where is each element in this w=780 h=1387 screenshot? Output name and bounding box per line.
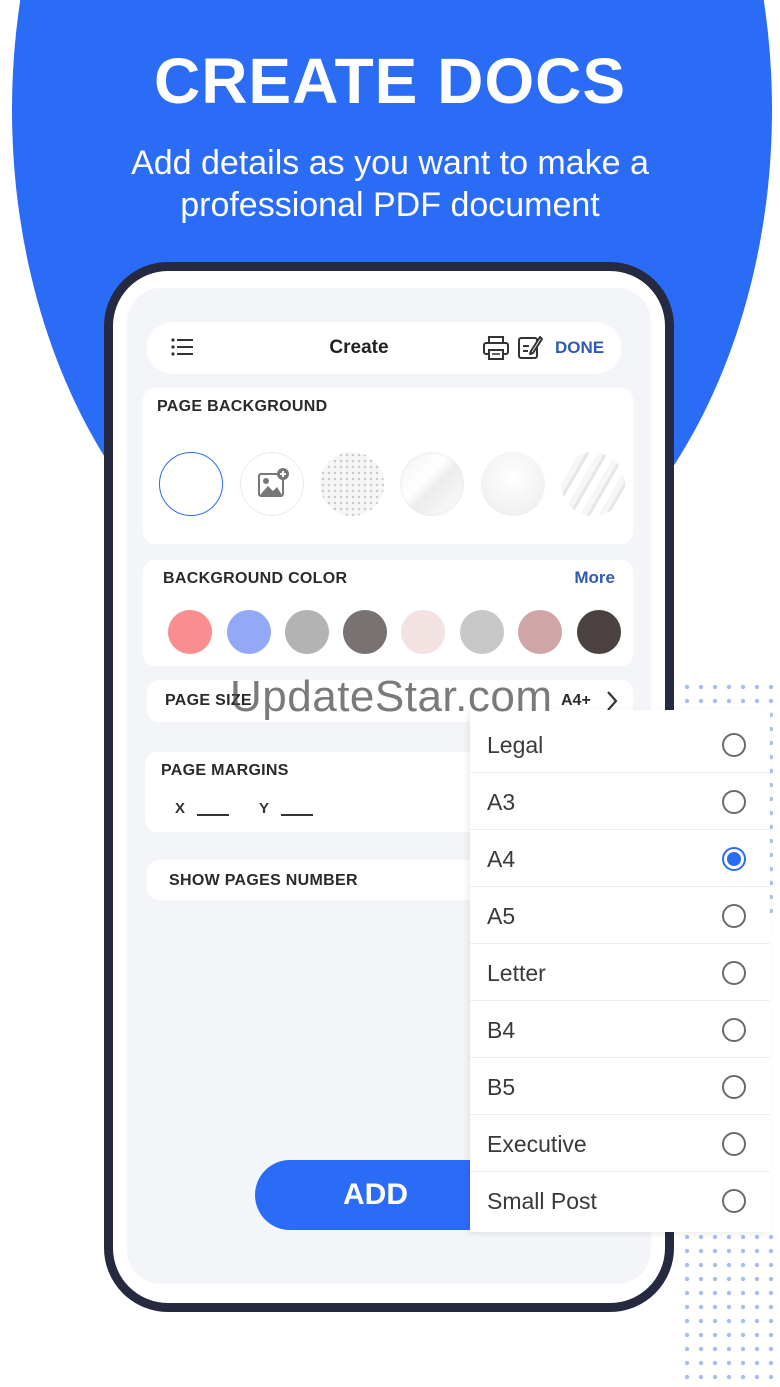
margin-x-input[interactable] bbox=[197, 814, 229, 816]
margin-y-input[interactable] bbox=[281, 814, 313, 816]
dropdown-item-label: B4 bbox=[487, 1017, 516, 1043]
background-option-add-image[interactable] bbox=[240, 452, 304, 516]
dropdown-item-label: Legal bbox=[487, 732, 544, 758]
hero-subtitle-line2: professional PDF document bbox=[180, 186, 600, 224]
radio-button[interactable] bbox=[722, 1075, 746, 1099]
radio-button[interactable] bbox=[722, 1132, 746, 1156]
hero-title: CREATE DOCS bbox=[153, 45, 627, 117]
background-option-soft-gray[interactable] bbox=[481, 452, 545, 516]
add-button[interactable]: ADD bbox=[255, 1160, 505, 1230]
page-size-value: A4+ bbox=[561, 692, 591, 709]
dropdown-item-label: A5 bbox=[487, 903, 516, 929]
dropdown-item-label: Executive bbox=[487, 1131, 587, 1157]
hero-subtitle: Add details as you want to make a profes… bbox=[90, 142, 690, 226]
dropdown-item-a5[interactable]: A5 bbox=[470, 887, 770, 944]
dropdown-item-label: Small Post bbox=[487, 1188, 597, 1214]
background-option-white[interactable] bbox=[159, 452, 223, 516]
color-swatch[interactable] bbox=[227, 610, 271, 654]
color-swatch[interactable] bbox=[285, 610, 329, 654]
page-background-card: PAGE BACKGROUND bbox=[143, 388, 633, 544]
page-background-label: PAGE BACKGROUND bbox=[157, 398, 328, 415]
radio-button[interactable] bbox=[722, 961, 746, 985]
watermark: UpdateStar.com bbox=[230, 672, 553, 721]
background-color-label: BACKGROUND COLOR bbox=[163, 570, 348, 587]
top-bar: Create DONE bbox=[147, 322, 621, 374]
dropdown-item-small-post[interactable]: Small Post bbox=[470, 1172, 770, 1229]
more-colors-link[interactable]: More bbox=[574, 568, 615, 588]
dropdown-item-b4[interactable]: B4 bbox=[470, 1001, 770, 1058]
page-size-dropdown: Legal A3 A4 A5 Letter B4 B5 Executive Sm… bbox=[470, 710, 770, 1232]
dropdown-item-a4[interactable]: A4 bbox=[470, 830, 770, 887]
radio-button-selected[interactable] bbox=[722, 847, 746, 871]
dropdown-item-label: A4 bbox=[487, 846, 516, 872]
dropdown-item-a3[interactable]: A3 bbox=[470, 773, 770, 830]
edit-icon[interactable] bbox=[517, 334, 543, 360]
show-pages-number-label: SHOW PAGES NUMBER bbox=[169, 872, 358, 889]
radio-button[interactable] bbox=[722, 790, 746, 814]
chevron-right-icon bbox=[607, 691, 618, 711]
color-swatch[interactable] bbox=[460, 610, 504, 654]
dropdown-item-b5[interactable]: B5 bbox=[470, 1058, 770, 1115]
color-swatch[interactable] bbox=[168, 610, 212, 654]
margin-y-label: Y bbox=[259, 800, 270, 817]
radio-button[interactable] bbox=[722, 1018, 746, 1042]
color-swatch[interactable] bbox=[401, 610, 445, 654]
background-option-marble[interactable] bbox=[400, 452, 464, 516]
dropdown-item-label: Letter bbox=[487, 960, 546, 986]
color-swatch[interactable] bbox=[343, 610, 387, 654]
done-button[interactable]: DONE bbox=[555, 338, 604, 358]
color-swatch[interactable] bbox=[518, 610, 562, 654]
dropdown-item-label: A3 bbox=[487, 789, 516, 815]
dropdown-item-executive[interactable]: Executive bbox=[470, 1115, 770, 1172]
background-option-dotted[interactable] bbox=[320, 452, 384, 516]
radio-button[interactable] bbox=[722, 904, 746, 928]
dropdown-item-label: B5 bbox=[487, 1074, 516, 1100]
radio-button[interactable] bbox=[722, 733, 746, 757]
margin-x-label: X bbox=[175, 800, 186, 817]
page-margins-label: PAGE MARGINS bbox=[161, 762, 289, 779]
dropdown-item-legal[interactable]: Legal bbox=[470, 716, 770, 773]
color-swatch[interactable] bbox=[577, 610, 621, 654]
background-option-brush[interactable] bbox=[561, 452, 625, 516]
radio-button[interactable] bbox=[722, 1189, 746, 1213]
background-color-card: BACKGROUND COLOR More bbox=[143, 560, 633, 666]
hero-subtitle-line1: Add details as you want to make a bbox=[131, 144, 649, 182]
add-image-icon bbox=[258, 468, 289, 497]
decorative-dots bbox=[680, 1230, 780, 1380]
dropdown-item-letter[interactable]: Letter bbox=[470, 944, 770, 1001]
print-icon[interactable] bbox=[483, 336, 509, 360]
